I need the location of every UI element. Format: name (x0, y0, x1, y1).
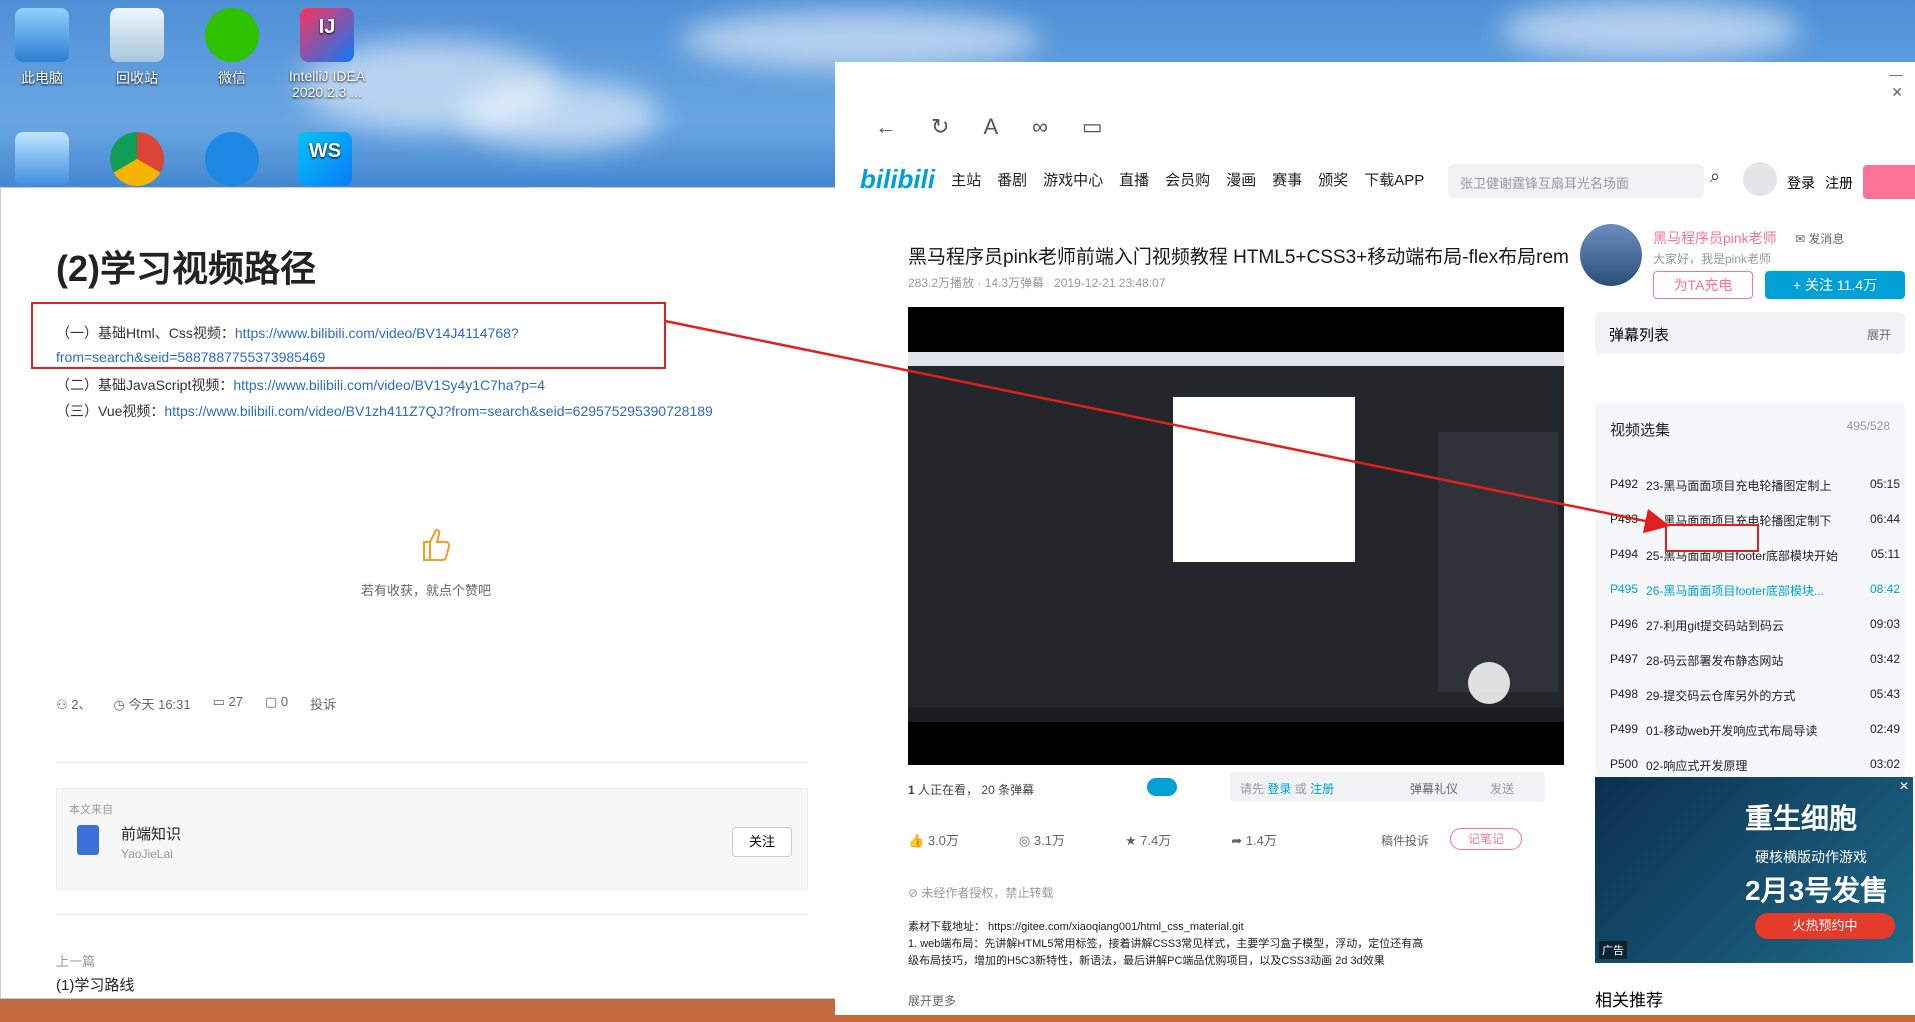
annotation-arrow (664, 319, 1670, 534)
